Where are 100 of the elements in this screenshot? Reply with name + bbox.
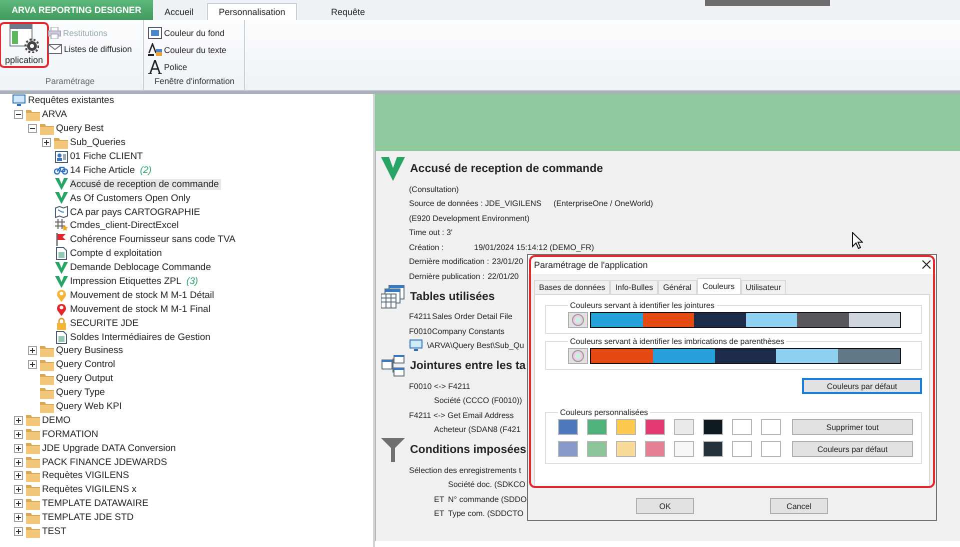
application-button[interactable]: pplication xyxy=(0,23,48,67)
collapse-toggle[interactable] xyxy=(28,124,37,134)
v-icon xyxy=(381,157,405,181)
tree-item[interactable]: Requètes VIGILENS x xyxy=(42,484,139,496)
tree-item[interactable]: Requêtes existantes xyxy=(28,95,116,106)
tree-item[interactable]: Mouvement de stock M M-1 Final xyxy=(70,304,212,315)
tree-item[interactable]: Query Best xyxy=(56,123,106,134)
table-name: Sales Order Detail File xyxy=(432,312,512,322)
detail-text: (Consultation) xyxy=(409,184,459,194)
color-swatch[interactable] xyxy=(616,441,636,457)
table-code: F0010 xyxy=(409,326,432,336)
group-label: Couleurs personnalisées xyxy=(559,408,650,417)
tree-item[interactable]: 14 Fiche Article xyxy=(70,164,137,176)
dialog-button[interactable]: Supprimer tout xyxy=(792,419,913,435)
color-swatch[interactable] xyxy=(587,441,607,457)
expand-toggle[interactable] xyxy=(28,360,37,370)
dialog-tab[interactable]: Bases de données xyxy=(534,280,610,294)
color-swatch[interactable] xyxy=(761,419,781,435)
expand-toggle[interactable] xyxy=(14,458,23,467)
color-swatch[interactable] xyxy=(587,419,607,435)
tree-item[interactable]: JDE Upgrade DATA Conversion xyxy=(42,442,178,454)
tree-item[interactable]: DEMO xyxy=(42,414,72,426)
color-swatch[interactable] xyxy=(703,419,723,435)
color-swatch[interactable] xyxy=(732,419,752,435)
v-icon xyxy=(54,276,68,288)
ribbon-button[interactable]: Couleur du fond xyxy=(148,24,226,41)
color-swatch[interactable] xyxy=(674,441,694,457)
tree-item[interactable]: Query Control xyxy=(56,359,118,370)
tree-item[interactable]: TEMPLATE DATAWAIRE xyxy=(42,498,150,510)
collapse-toggle[interactable] xyxy=(14,110,23,120)
ribbon-tab[interactable]: Accueil xyxy=(153,3,205,20)
monitor-icon xyxy=(409,339,423,352)
tree-item[interactable]: Mouvement de stock M M-1 Détail xyxy=(70,290,216,301)
tree-item[interactable]: Query Output xyxy=(56,373,116,384)
expand-toggle[interactable] xyxy=(14,527,23,536)
dialog-tab[interactable]: Général xyxy=(658,280,697,294)
fill-color-icon xyxy=(148,26,162,38)
tree-item[interactable]: Sub_Queries xyxy=(70,137,128,148)
document-icon xyxy=(56,330,66,344)
group-label: Couleurs servant à identifier les imbrications de parenthèses xyxy=(569,337,786,346)
printer-icon xyxy=(48,27,61,39)
detail-text: F4211 <-> Get Email Address xyxy=(409,410,514,420)
dialog-button[interactable]: OK xyxy=(636,498,694,514)
ribbon-tab[interactable]: Personnalisation xyxy=(207,3,297,20)
tree-item[interactable]: Demande Deblocage Commande xyxy=(70,262,213,274)
color-picker-button[interactable] xyxy=(568,348,588,364)
color-picker-button[interactable] xyxy=(568,312,588,328)
expand-toggle[interactable] xyxy=(42,138,51,148)
tree-item[interactable]: CA par pays CARTOGRAPHIE xyxy=(70,206,202,218)
close-icon[interactable] xyxy=(922,260,931,269)
expand-toggle[interactable] xyxy=(14,471,23,480)
color-swatch[interactable] xyxy=(558,419,578,435)
expand-toggle[interactable] xyxy=(14,513,23,522)
ribbon-button[interactable]: Listes de diffusion xyxy=(48,41,132,57)
tree-item[interactable]: As Of Customers Open Only xyxy=(70,192,192,204)
dialog-tab[interactable]: Utilisateur xyxy=(740,280,786,294)
tree-item[interactable]: Impression Etiquettes ZPL xyxy=(70,276,184,288)
tree-item[interactable]: PACK FINANCE JDEWARDS xyxy=(42,456,170,468)
expand-toggle[interactable] xyxy=(14,416,23,425)
expand-toggle[interactable] xyxy=(14,430,23,439)
tree-item[interactable]: Query Web KPI xyxy=(56,401,124,412)
tree-item[interactable]: Soldes Intermédiaires de Gestion xyxy=(70,332,212,343)
map-pin-icon xyxy=(56,288,66,302)
ribbon-tab[interactable]: Requête xyxy=(297,3,399,20)
ribbon-button[interactable]: Police xyxy=(148,58,226,75)
tree-item[interactable]: Accusé de reception de commande xyxy=(70,178,221,190)
tree-item[interactable]: Cmdes_client-DirectExcel xyxy=(70,220,181,232)
expand-toggle[interactable] xyxy=(14,485,23,494)
tree-item[interactable]: TEST xyxy=(42,526,68,538)
color-swatch[interactable] xyxy=(732,441,752,457)
color-swatch[interactable] xyxy=(558,441,578,457)
tree-item[interactable]: Compte d exploitation xyxy=(70,248,164,260)
default-colors-button[interactable]: Couleurs par défaut xyxy=(802,378,922,394)
color-swatch[interactable] xyxy=(645,419,665,435)
expand-toggle[interactable] xyxy=(14,499,23,508)
font-icon xyxy=(148,60,162,74)
tree-item[interactable]: TEMPLATE JDE STD xyxy=(42,512,136,524)
dialog-button[interactable]: Couleurs par défaut xyxy=(792,441,913,457)
tree-item[interactable]: SECURITE JDE xyxy=(70,318,141,329)
expand-toggle[interactable] xyxy=(28,346,37,356)
tree-item[interactable]: Query Business xyxy=(56,345,126,356)
dialog-tab[interactable]: Info-Bulles xyxy=(610,280,658,294)
tree-item[interactable]: Requètes VIGILENS xyxy=(42,470,132,482)
dialog-tab[interactable]: Couleurs xyxy=(696,278,741,294)
color-swatch[interactable] xyxy=(616,419,636,435)
color-swatch[interactable] xyxy=(761,441,781,457)
expand-toggle[interactable] xyxy=(14,444,23,453)
table-name: Company Constants xyxy=(432,326,504,336)
color-swatch[interactable] xyxy=(674,419,694,435)
tree-item[interactable]: 01 Fiche CLIENT xyxy=(70,151,145,162)
tree-item[interactable]: Query Type xyxy=(56,387,107,398)
tree-item[interactable]: Cohérence Fournisseur sans code TVA xyxy=(70,234,238,246)
tree-item[interactable]: FORMATION xyxy=(42,428,100,440)
tree-item[interactable]: ARVA xyxy=(42,109,69,120)
dialog-button[interactable]: Cancel xyxy=(770,498,828,514)
linked-tables-icon xyxy=(381,355,405,377)
color-swatch[interactable] xyxy=(645,441,665,457)
color-swatch[interactable] xyxy=(703,441,723,457)
ribbon-button[interactable]: Couleur du texte xyxy=(148,41,226,58)
field-value: 23/01/20 xyxy=(492,257,524,266)
